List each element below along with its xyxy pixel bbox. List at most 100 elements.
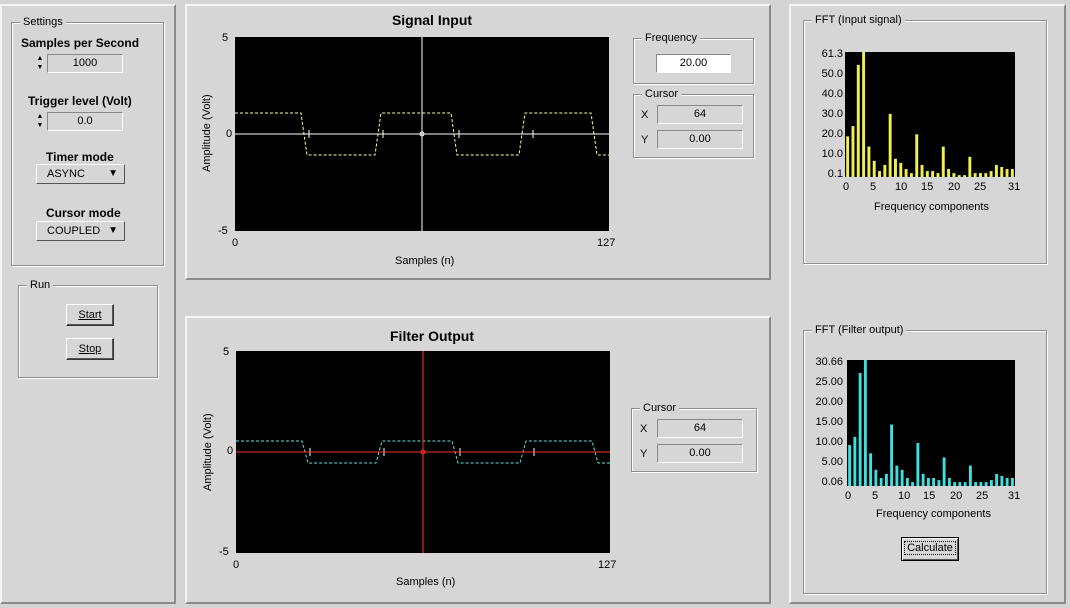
fft-y-tick: 15.00 bbox=[815, 416, 843, 428]
fft-bar bbox=[890, 424, 894, 486]
fft-bar bbox=[905, 478, 909, 486]
fft-bar bbox=[952, 173, 956, 177]
fft-bar bbox=[926, 478, 930, 486]
samples-spin-arrows[interactable]: ▲ ▼ bbox=[35, 54, 45, 72]
trigger-spin-arrows[interactable]: ▲ ▼ bbox=[35, 112, 45, 130]
output-cursor-group-title: Cursor bbox=[640, 401, 680, 415]
fft-bar bbox=[1000, 475, 1004, 486]
signal-input-plot[interactable] bbox=[235, 37, 609, 231]
fft-bar bbox=[968, 465, 972, 486]
fft-y-tick: 30.66 bbox=[815, 356, 843, 368]
fft-bar bbox=[989, 171, 993, 177]
fft-bar bbox=[853, 436, 857, 486]
fft-y-tick: 25.00 bbox=[815, 376, 843, 388]
fft-bar bbox=[915, 134, 919, 177]
fft-x-tick: 20 bbox=[948, 181, 961, 193]
stop-button[interactable]: Stop bbox=[66, 338, 114, 360]
fft-bar bbox=[888, 113, 892, 177]
calculate-button[interactable]: Calculate bbox=[901, 537, 959, 561]
samples-per-second-field[interactable]: 1000 bbox=[47, 54, 123, 73]
fft-y-tick: 10.00 bbox=[815, 436, 843, 448]
fft-bar bbox=[858, 373, 862, 486]
spin-down-icon[interactable]: ▼ bbox=[35, 121, 45, 130]
x-axis-label: Samples (n) bbox=[395, 255, 455, 267]
fft-bar bbox=[916, 443, 920, 486]
fft-bar bbox=[974, 482, 978, 486]
fft-x-tick: 20 bbox=[950, 490, 963, 502]
fft-input-plot[interactable] bbox=[845, 52, 1015, 177]
fft-bar bbox=[936, 173, 940, 177]
cursor-x-label: X bbox=[640, 423, 648, 435]
x-max-tick: 127 bbox=[597, 237, 616, 249]
fft-bar bbox=[947, 169, 951, 177]
fft-bar bbox=[994, 164, 998, 177]
fft-bar bbox=[937, 480, 941, 486]
spin-down-icon[interactable]: ▼ bbox=[35, 63, 45, 72]
fft-y-tick: 40.0 bbox=[821, 88, 843, 100]
cursor-mode-value: COUPLED bbox=[47, 225, 101, 237]
frequency-input[interactable]: 20.00 bbox=[656, 54, 731, 73]
x-min-tick: 0 bbox=[232, 237, 239, 249]
stop-button-label: Stop bbox=[78, 343, 102, 355]
fft-bar bbox=[884, 473, 888, 486]
fft-bar bbox=[958, 482, 962, 486]
fft-bar bbox=[867, 146, 871, 177]
fft-bar bbox=[900, 469, 904, 486]
fft-y-tick: 0.1 bbox=[827, 168, 843, 180]
cursor-y-label: Y bbox=[640, 448, 648, 460]
x-max-tick: 127 bbox=[598, 559, 617, 571]
fft-bar bbox=[894, 158, 897, 177]
fft-x-tick: 10 bbox=[898, 490, 911, 502]
y-max-tick: 5 bbox=[223, 346, 230, 358]
fft-y-tick: 10.0 bbox=[821, 148, 843, 160]
fft-bar bbox=[920, 164, 924, 177]
fft-bar bbox=[942, 457, 946, 486]
filter-output-panel: Filter Output 5 0 -5 Amplitude (Volt) 0 … bbox=[185, 316, 771, 604]
spin-up-icon[interactable]: ▲ bbox=[35, 54, 45, 63]
fft-bar bbox=[947, 478, 951, 486]
fft-output-group-title: FFT (Filter output) bbox=[812, 323, 907, 337]
frequency-group-title: Frequency bbox=[642, 31, 700, 45]
fft-y-tick: 20.0 bbox=[821, 128, 843, 140]
filter-output-title: Filter Output bbox=[390, 328, 474, 344]
y-min-tick: -5 bbox=[219, 546, 229, 558]
fft-bar bbox=[957, 175, 961, 177]
y-max-tick: 5 bbox=[222, 32, 229, 44]
output-cursor-y-field: 0.00 bbox=[657, 444, 743, 463]
trigger-level-field[interactable]: 0.0 bbox=[47, 112, 123, 131]
fft-x-tick: 25 bbox=[976, 490, 989, 502]
samples-per-second-label: Samples per Second bbox=[21, 36, 140, 50]
fft-bar bbox=[984, 173, 988, 177]
y-min-tick: -5 bbox=[218, 225, 228, 237]
y-mid-tick: 0 bbox=[227, 445, 234, 457]
cursor-x-label: X bbox=[641, 109, 649, 121]
fft-x-tick: 0 bbox=[843, 181, 850, 193]
cursor-mode-select[interactable]: COUPLED ▼ bbox=[36, 221, 125, 241]
cursor-mode-label: Cursor mode bbox=[46, 206, 121, 220]
input-cursor-x-field: 64 bbox=[657, 105, 743, 124]
fft-output-plot[interactable] bbox=[847, 360, 1015, 486]
fft-bar bbox=[911, 482, 915, 486]
fft-input-group-title: FFT (Input signal) bbox=[812, 13, 905, 27]
run-group: Run bbox=[18, 278, 158, 378]
timer-mode-value: ASYNC bbox=[47, 168, 85, 180]
fft-x-tick: 0 bbox=[845, 490, 852, 502]
filter-output-plot[interactable] bbox=[236, 351, 610, 553]
fft-bar bbox=[921, 473, 925, 486]
timer-mode-label: Timer mode bbox=[46, 150, 114, 164]
fft-bar bbox=[932, 478, 936, 486]
timer-mode-select[interactable]: ASYNC ▼ bbox=[36, 164, 125, 184]
fft-bar bbox=[909, 173, 913, 177]
fft-bar bbox=[953, 482, 957, 486]
start-button[interactable]: Start bbox=[66, 304, 114, 326]
x-axis-label: Samples (n) bbox=[396, 576, 456, 588]
cursor-y-label: Y bbox=[641, 134, 649, 146]
fft-x-tick: 15 bbox=[923, 490, 936, 502]
x-min-tick: 0 bbox=[233, 559, 240, 571]
spin-up-icon[interactable]: ▲ bbox=[35, 112, 45, 121]
fft-y-tick: 0.06 bbox=[821, 476, 843, 488]
fft-bar bbox=[848, 445, 852, 486]
fft-bar bbox=[846, 136, 850, 177]
fft-bar bbox=[963, 175, 966, 177]
fft-bar bbox=[1000, 166, 1004, 177]
